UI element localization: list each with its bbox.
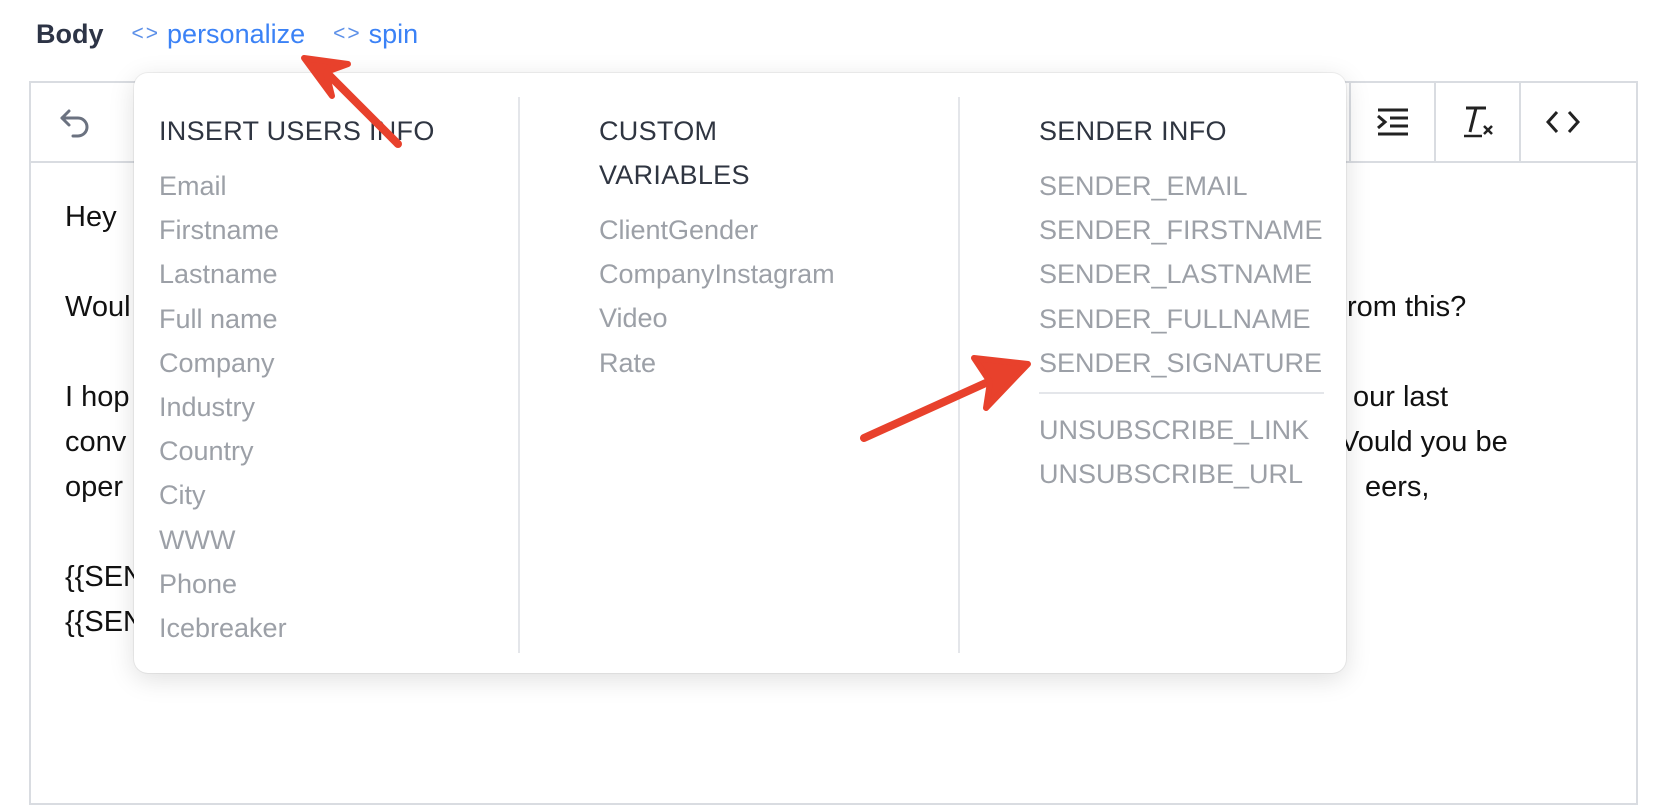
text-line: {{SEN [65, 561, 144, 593]
variable-item[interactable]: Firstname [159, 208, 287, 252]
users-info-list: Email Firstname Lastname Full name Compa… [159, 164, 287, 650]
personalize-link[interactable]: <> personalize [132, 19, 306, 50]
variable-item[interactable]: Full name [159, 297, 287, 341]
unsubscribe-list: UNSUBSCRIBE_LINK UNSUBSCRIBE_URL [1039, 408, 1309, 496]
variable-item[interactable]: Icebreaker [159, 606, 287, 650]
variable-item[interactable]: UNSUBSCRIBE_URL [1039, 452, 1309, 496]
heading-line: VARIABLES [599, 160, 750, 190]
variable-item[interactable]: City [159, 473, 287, 517]
text-line: oper [65, 471, 124, 503]
sender-info-heading: SENDER INFO [1039, 116, 1227, 146]
variable-item[interactable]: SENDER_SIGNATURE [1039, 341, 1323, 385]
variable-item[interactable]: Rate [599, 341, 835, 385]
column-divider [518, 97, 520, 653]
sender-info-column: SENDER INFO SENDER_EMAIL SENDER_FIRSTNAM… [1039, 73, 1329, 673]
text-line: Vould you be [1340, 426, 1508, 458]
undo-icon[interactable] [45, 83, 105, 161]
variable-item[interactable]: SENDER_LASTNAME [1039, 252, 1323, 296]
users-info-column: INSERT USERS INFO Email Firstname Lastna… [159, 73, 499, 673]
variable-item[interactable]: Country [159, 429, 287, 473]
personalize-dropdown: INSERT USERS INFO Email Firstname Lastna… [134, 73, 1346, 673]
variable-item[interactable]: ClientGender [599, 208, 835, 252]
body-label: Body [36, 18, 104, 49]
spin-link[interactable]: <> spin [333, 19, 418, 50]
annotation-arrow-icon [860, 355, 1031, 442]
variable-item[interactable]: SENDER_FIRSTNAME [1039, 208, 1323, 252]
variable-item[interactable]: Company [159, 341, 287, 385]
variable-item[interactable]: WWW [159, 518, 287, 562]
variable-item[interactable]: UNSUBSCRIBE_LINK [1039, 408, 1309, 452]
text-line: I hop [65, 381, 130, 413]
annotation-arrow-icon [301, 55, 402, 148]
text-line: our last [1353, 381, 1449, 413]
text-line: rom this? [1347, 291, 1467, 323]
text-line: Woul [65, 291, 131, 323]
code-view-icon[interactable] [1519, 83, 1605, 161]
text-line: eers, [1365, 471, 1430, 503]
indent-icon[interactable] [1349, 83, 1435, 161]
variable-item[interactable]: Lastname [159, 252, 287, 296]
text-line: {{SEN [65, 606, 144, 638]
variable-item[interactable]: CompanyInstagram [599, 252, 835, 296]
text-line: Hey [65, 201, 125, 233]
sender-info-list: SENDER_EMAIL SENDER_FIRSTNAME SENDER_LAS… [1039, 164, 1323, 385]
text-line: conv [65, 426, 127, 458]
sender-divider [1039, 392, 1324, 394]
field-header: Body <> personalize <> spin [36, 14, 418, 54]
variable-item[interactable]: Industry [159, 385, 287, 429]
variable-item[interactable]: Phone [159, 562, 287, 606]
variable-item[interactable]: Email [159, 164, 287, 208]
custom-variables-heading: CUSTOM VARIABLES [599, 109, 750, 197]
custom-variables-list: ClientGender CompanyInstagram Video Rate [599, 208, 835, 385]
spin-label: spin [368, 18, 419, 49]
variable-item[interactable]: SENDER_FULLNAME [1039, 297, 1323, 341]
heading-line: CUSTOM [599, 116, 718, 146]
code-icon: <> [333, 22, 362, 45]
code-icon: <> [131, 22, 161, 45]
personalize-label: personalize [167, 18, 306, 49]
clear-format-icon[interactable] [1434, 83, 1520, 161]
variable-item[interactable]: Video [599, 296, 835, 340]
variable-item[interactable]: SENDER_EMAIL [1039, 164, 1323, 208]
